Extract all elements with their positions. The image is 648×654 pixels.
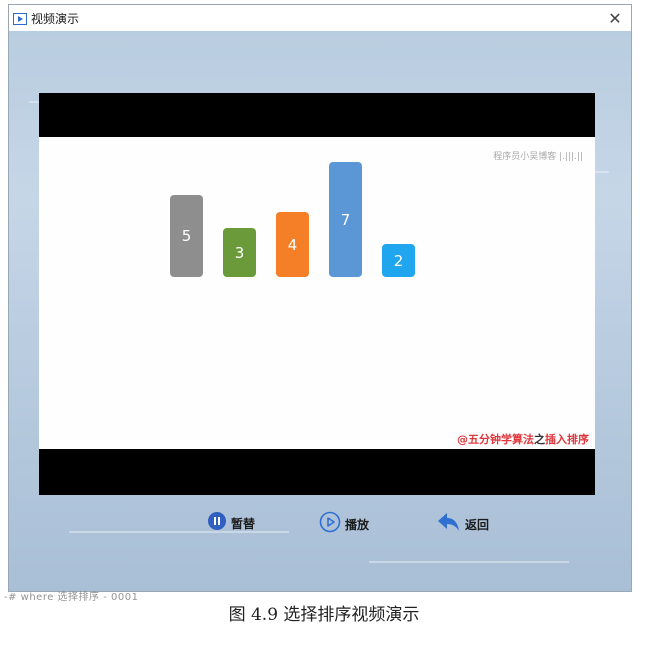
bar-item: 3	[223, 228, 256, 277]
back-arrow-icon	[437, 511, 461, 537]
video-frame: 程序员小吴博客 |.|||.|| 5 3 4 7 2 @五分钟学算法之插入排序	[39, 137, 595, 449]
window-title: 视频演示	[31, 11, 80, 26]
play-label: 播放	[345, 517, 370, 532]
video-credit: @五分钟学算法之插入排序	[457, 431, 589, 447]
bar-item: 2	[382, 244, 415, 277]
play-icon	[319, 511, 341, 537]
video-demo-window: 视频演示 ✕ 程序员小吴博客 |.|||.|| 5 3 4 7 2 @五分钟学算…	[8, 4, 632, 592]
window-client-area: 程序员小吴博客 |.|||.|| 5 3 4 7 2 @五分钟学算法之插入排序	[9, 31, 631, 591]
figure-caption: 图 4.9 选择排序视频演示	[228, 605, 420, 625]
bar-value-label: 5	[181, 227, 192, 245]
close-icon: ✕	[608, 8, 622, 28]
bar-value-label: 2	[393, 251, 404, 270]
bar-value-label: 7	[340, 210, 351, 229]
video-watermark: 程序员小吴博客 |.|||.||	[493, 152, 583, 162]
playback-controls: 暂替 播放 返回	[9, 511, 631, 537]
pause-label: 暂替	[231, 516, 256, 531]
close-button[interactable]: ✕	[605, 8, 625, 28]
bar-item: 4	[276, 212, 309, 277]
video-play-icon	[13, 11, 27, 25]
credit-topic: 插入排序	[545, 433, 589, 446]
pause-icon	[207, 511, 227, 535]
bar-value-label: 3	[234, 243, 245, 262]
back-label: 返回	[465, 517, 490, 532]
pause-button[interactable]: 暂替	[207, 511, 255, 535]
bar-item: 7	[329, 162, 362, 277]
bar-item: 5	[170, 195, 203, 277]
video-player[interactable]: 程序员小吴博客 |.|||.|| 5 3 4 7 2 @五分钟学算法之插入排序	[39, 93, 595, 495]
bar-value-label: 4	[287, 235, 298, 254]
title-bar: 视频演示 ✕	[9, 5, 631, 31]
credit-joiner: 之	[534, 433, 545, 446]
background-texture	[369, 561, 569, 563]
back-button[interactable]: 返回	[437, 511, 489, 537]
play-button[interactable]: 播放	[319, 511, 369, 537]
credit-author: @五分钟学算法	[457, 433, 534, 446]
